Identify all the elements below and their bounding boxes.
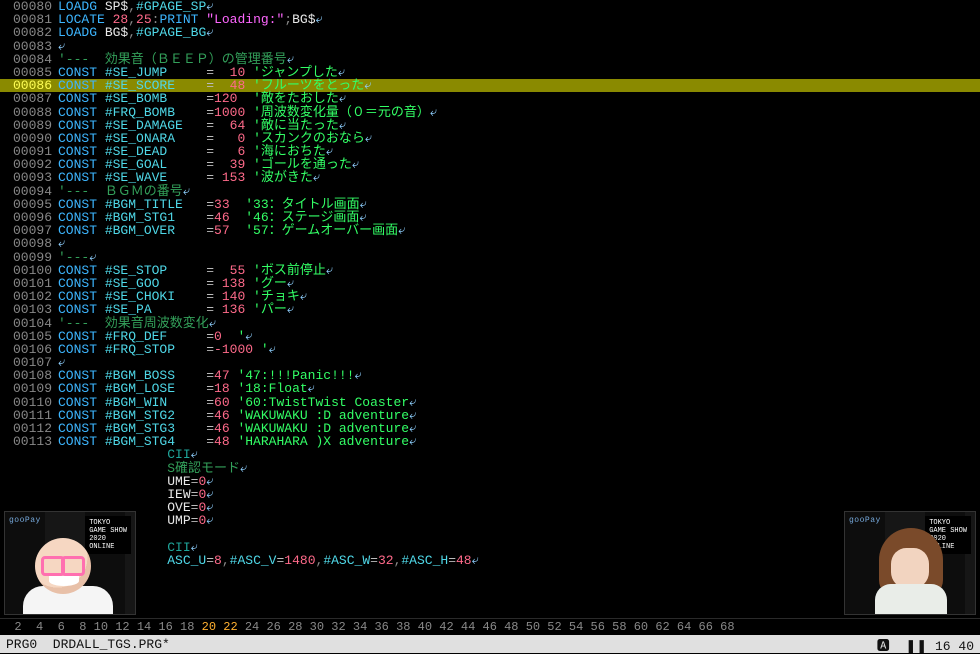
line-number: 00110: [0, 396, 58, 409]
code-line[interactable]: 00106CONST #FRQ_STOP =-1000 '⤶: [0, 343, 980, 356]
line-number: 00094: [0, 185, 58, 198]
line-content: CONST #BGM_OVER =57 '57：ゲームオーバー画面⤶: [58, 224, 980, 237]
line-number: 00082: [0, 26, 58, 39]
sponsor-brand: gooPay: [9, 516, 41, 525]
line-content: ASC_U=8,#ASC_V=1480,#ASC_W=32,#ASC_H=48⤶: [58, 554, 980, 567]
line-content: UMP=0⤶: [58, 514, 980, 527]
line-number: 00098: [0, 237, 58, 250]
event-tag: TOKYOGAME SHOW 2020ONLINE: [85, 516, 131, 554]
code-line[interactable]: UMP=0⤶: [0, 514, 980, 527]
line-content: ⤶: [58, 237, 980, 250]
line-number: 00089: [0, 119, 58, 132]
code-line[interactable]: ASC_U=8,#ASC_V=1480,#ASC_W=32,#ASC_H=48⤶: [0, 554, 980, 567]
webcam-overlay-right: gooPay TOKYOGAME SHOW 2020ONLINE: [844, 511, 976, 615]
line-number: 00113: [0, 435, 58, 448]
line-number: 00105: [0, 330, 58, 343]
ruler-prefix: 2 4 6 8 10 12 14 16 18: [0, 620, 202, 634]
line-number: 00088: [0, 106, 58, 119]
line-content: CONST #SE_WAVE = 153 '波がきた⤶: [58, 171, 980, 184]
line-number: 00087: [0, 92, 58, 105]
line-number: 00099: [0, 251, 58, 264]
ruler-suffix: 24 26 28 30 32 34 36 38 40 42 44 46 48 5…: [238, 620, 735, 634]
line-number: 00103: [0, 303, 58, 316]
line-number: 00083: [0, 40, 58, 53]
line-number: 00109: [0, 382, 58, 395]
line-content: LOADG BG$,#GPAGE_BG⤶: [58, 26, 980, 39]
code-line[interactable]: 00098⤶: [0, 237, 980, 250]
code-editor[interactable]: 00080LOADG SP$,#GPAGE_SP⤶00081LOCATE 28,…: [0, 0, 980, 617]
webcam-overlay-left: gooPay TOKYOGAME SHOW 2020ONLINE: [4, 511, 136, 615]
line-number: 00084: [0, 53, 58, 66]
column-ruler: 2 4 6 8 10 12 14 16 18 20 22 24 26 28 30…: [0, 618, 980, 635]
sponsor-brand: gooPay: [849, 516, 881, 525]
status-bar: PRG0 DRDALL_TGS.PRG* 🅰 ❚❚ 16 40: [0, 635, 980, 653]
ruler-current: 20 22: [202, 620, 238, 634]
line-number: 00093: [0, 171, 58, 184]
code-line[interactable]: 00082LOADG BG$,#GPAGE_BG⤶: [0, 26, 980, 39]
line-content: CONST #FRQ_STOP =-1000 '⤶: [58, 343, 980, 356]
status-filename: PRG0 DRDALL_TGS.PRG*: [6, 637, 170, 652]
code-line[interactable]: 00097CONST #BGM_OVER =57 '57：ゲームオーバー画面⤶: [0, 224, 980, 237]
status-indicators: 🅰 ❚❚ 16 40: [877, 635, 974, 654]
line-number: 00104: [0, 317, 58, 330]
line-number: 00100: [0, 264, 58, 277]
